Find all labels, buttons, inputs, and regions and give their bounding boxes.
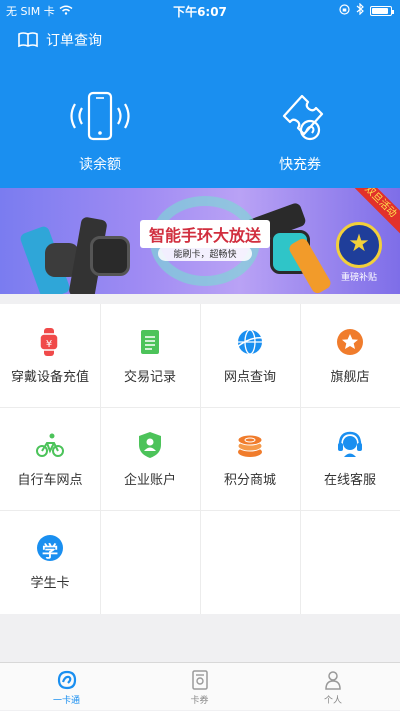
grid-item-label: 在线客服 (323, 473, 376, 488)
read-balance-label: 读余额 (79, 157, 121, 173)
read-balance-button[interactable]: 读余额 (40, 90, 160, 174)
bluetooth-icon (356, 2, 364, 18)
order-query-button[interactable]: 订单查询 (18, 30, 102, 50)
battery-fill (372, 7, 389, 14)
tab-coupons[interactable]: 卡券 (133, 663, 266, 711)
person-icon (266, 669, 400, 691)
promo-banner[interactable]: 智能手环大放送 能刷卡，超畅快 双旦活动 重磅补贴 (0, 188, 400, 294)
student-glyph: 学 (41, 542, 58, 561)
banner-badge-text: 重磅补贴 (340, 273, 377, 283)
star-badge-icon (336, 328, 364, 356)
book-icon (18, 32, 38, 48)
order-query-label: 订单查询 (46, 33, 102, 49)
banner-subtitle: 能刷卡，超畅快 (158, 246, 252, 261)
bicycle-icon (36, 431, 64, 459)
shield-user-icon (136, 431, 164, 459)
coupon-icon (133, 669, 266, 691)
grid-item-label: 网点查询 (223, 370, 276, 385)
phone-nfc-icon (40, 90, 160, 146)
grid-item-label: 自行车网点 (17, 473, 83, 488)
star-badge-icon (336, 222, 382, 268)
quick-recharge-button[interactable]: 快充券 (240, 90, 360, 174)
bottom-tab-bar: 一卡通 卡券 个人 (0, 662, 400, 710)
tab-label: 卡券 (190, 696, 209, 706)
grid-item-label: 旗舰店 (330, 370, 370, 385)
svg-text:¥: ¥ (46, 339, 52, 350)
grid-item-points-mall[interactable]: 积分商城 (200, 407, 300, 510)
grid-item-business-account[interactable]: 企业账户 (100, 407, 200, 510)
student-icon: 学 (36, 534, 64, 562)
header: 无 SIM 卡 下午6:07 订单查询 读余额 快充券 (0, 0, 400, 188)
card-home-icon (0, 669, 133, 691)
wearable-recharge-icon: ¥ (36, 328, 64, 356)
grid-item-wearable-recharge[interactable]: ¥ 穿戴设备充值 (0, 304, 100, 407)
quick-recharge-label: 快充券 (279, 157, 321, 173)
service-grid: ¥ 穿戴设备充值 交易记录 网点查询 旗舰店 自行车网点 企业账户 积分商城 在… (0, 304, 400, 614)
tab-label: 一卡通 (52, 696, 80, 706)
banner-title: 智能手环大放送 (140, 220, 270, 248)
grid-item-flagship-store[interactable]: 旗舰店 (300, 304, 400, 407)
watch-image (90, 236, 130, 276)
globe-icon (236, 328, 264, 356)
coins-icon (236, 431, 264, 459)
tab-one-card[interactable]: 一卡通 (0, 663, 133, 711)
grid-item-outlet-search[interactable]: 网点查询 (200, 304, 300, 407)
grid-item-bike-stations[interactable]: 自行车网点 (0, 407, 100, 510)
tab-label: 个人 (323, 696, 342, 706)
headset-icon (336, 431, 364, 459)
grid-item-label: 学生卡 (30, 576, 70, 591)
grid-item-student-card[interactable]: 学 学生卡 (0, 510, 100, 613)
grid-item-label: 穿戴设备充值 (10, 370, 89, 385)
rotation-lock-icon (339, 3, 350, 18)
status-right (339, 2, 394, 18)
ticket-icon (240, 90, 360, 146)
grid-item-online-service[interactable]: 在线客服 (300, 407, 400, 510)
battery-icon (370, 5, 394, 16)
grid-item-label: 交易记录 (123, 370, 176, 385)
status-bar: 无 SIM 卡 下午6:07 (0, 0, 400, 20)
tab-personal[interactable]: 个人 (266, 663, 400, 711)
grid-item-label: 积分商城 (223, 473, 276, 488)
notepad-icon (136, 328, 164, 356)
grid-item-label: 企业账户 (123, 473, 176, 488)
grid-item-transactions[interactable]: 交易记录 (100, 304, 200, 407)
